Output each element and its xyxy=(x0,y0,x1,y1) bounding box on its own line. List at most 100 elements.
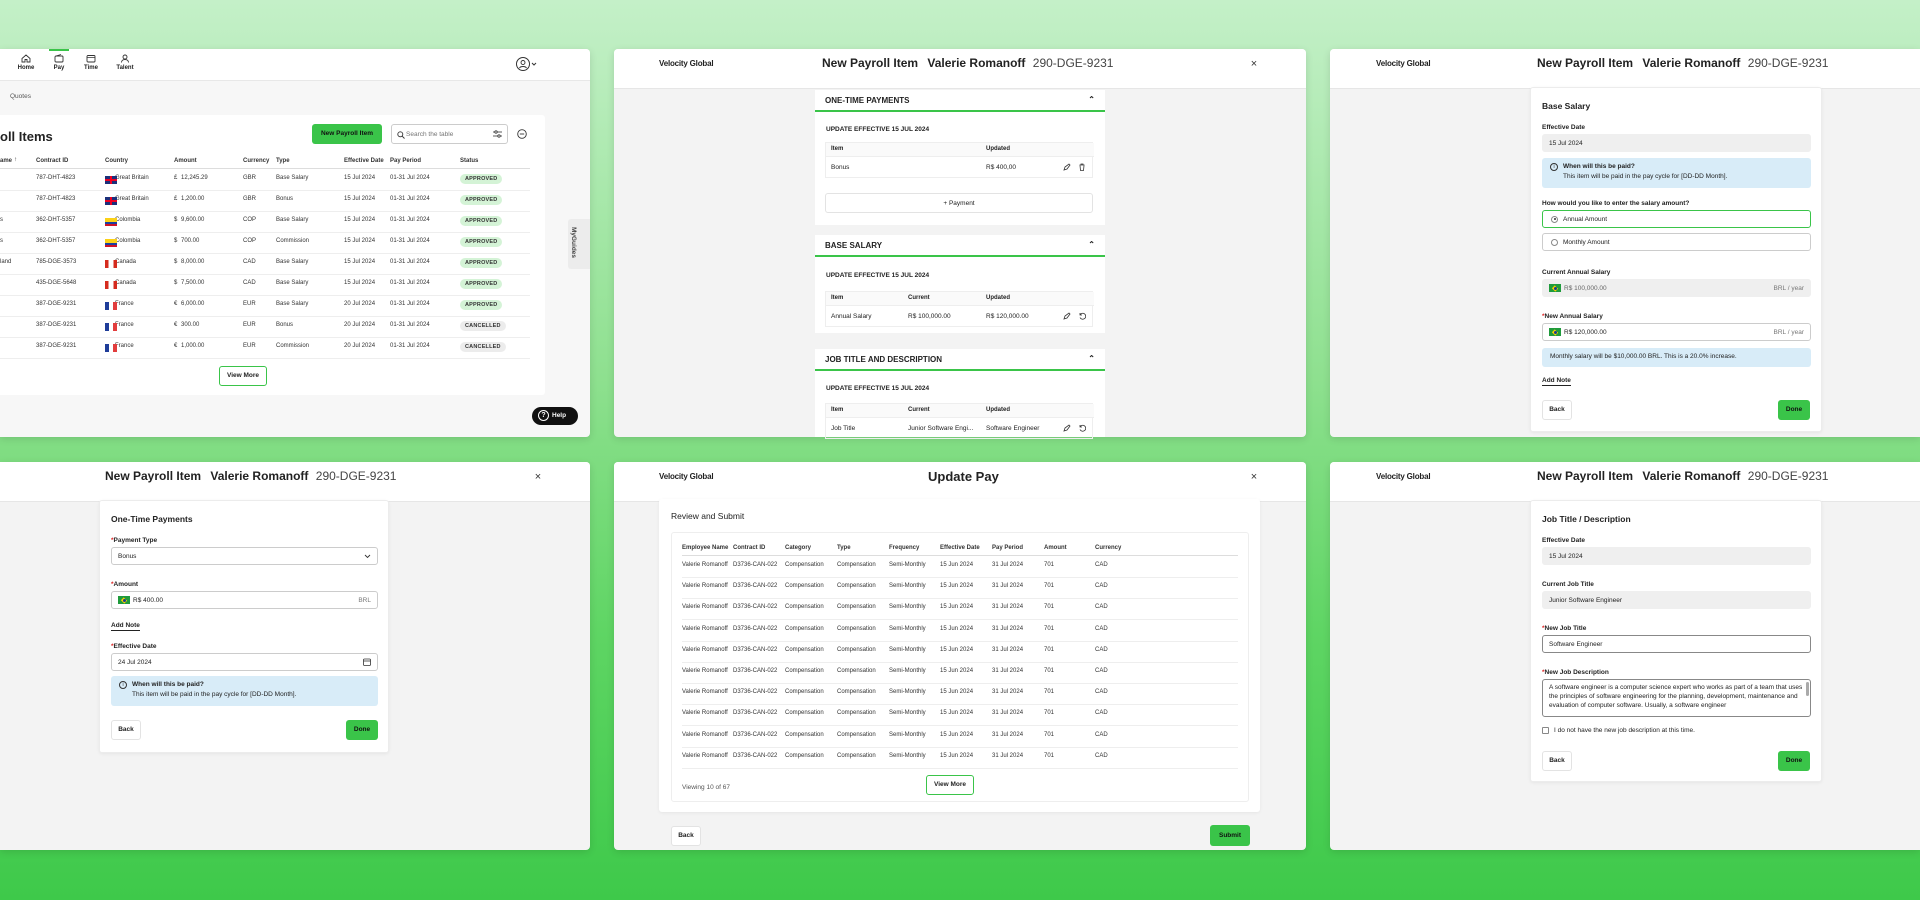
effective-date-input[interactable]: 24 Jul 2024 xyxy=(111,653,378,671)
add-payment-button[interactable]: + Payment xyxy=(825,193,1093,213)
review-col-0[interactable]: Employee Name xyxy=(682,545,728,551)
col-updated: Updated xyxy=(986,295,1010,301)
edit-icon[interactable] xyxy=(1063,312,1071,320)
review-row[interactable]: Valerie Romanoff D3736-CAN-022 Compensatio… xyxy=(682,727,1238,748)
review-col-3[interactable]: Type xyxy=(837,545,851,551)
view-more-button[interactable]: View More xyxy=(926,775,974,795)
done-button[interactable]: Done xyxy=(1778,400,1810,420)
chevron-up-icon[interactable]: ⌃ xyxy=(1088,240,1095,249)
employee-id: 290-DGE-9231 xyxy=(1032,56,1114,70)
submit-button[interactable]: Submit xyxy=(1210,825,1250,846)
back-button[interactable]: Back xyxy=(671,826,701,846)
review-row[interactable]: Valerie Romanoff D3736-CAN-022 Compensatio… xyxy=(682,621,1238,642)
monthly-amount-option[interactable]: Monthly Amount xyxy=(1542,233,1811,251)
help-button[interactable]: ? Help xyxy=(532,407,578,425)
add-note-link[interactable]: Add Note xyxy=(1542,377,1571,386)
close-icon[interactable]: × xyxy=(531,471,545,485)
col-currency[interactable]: Currency xyxy=(243,158,269,164)
job-header[interactable]: JOB TITLE AND DESCRIPTION ⌃ xyxy=(815,349,1105,371)
col-period[interactable]: Pay Period xyxy=(390,158,421,164)
review-col-5[interactable]: Effective Date xyxy=(940,545,980,551)
table-row[interactable]: 787-DHT-4823 Great Britain 1,200.00 GBR Bonu… xyxy=(0,191,530,212)
no-description-checkbox[interactable] xyxy=(1542,727,1549,734)
new-salary-input[interactable]: R$ 120,000.00 BRL / year xyxy=(1542,323,1811,341)
undo-icon[interactable] xyxy=(1078,424,1086,432)
table-row[interactable]: s 362-DHT-5357 Colombia 9,600.00 COP Base Sal… xyxy=(0,212,530,233)
col-type[interactable]: Type xyxy=(276,158,290,164)
filter-icon[interactable] xyxy=(493,130,502,138)
trash-icon[interactable] xyxy=(1078,163,1086,171)
review-col-4[interactable]: Frequency xyxy=(889,545,919,551)
edit-icon[interactable] xyxy=(1063,163,1071,171)
co-flag-icon xyxy=(105,239,117,247)
new-title-input[interactable]: Software Engineer xyxy=(1542,635,1811,653)
table-row[interactable]: 387-DGE-9231 France 6,000.00 EUR Base Salary… xyxy=(0,296,530,317)
base-current: R$ 100,000.00 xyxy=(908,313,951,320)
calendar-icon[interactable] xyxy=(363,658,371,666)
payment-type-select[interactable]: Bonus xyxy=(111,547,378,565)
review-col-2[interactable]: Category xyxy=(785,545,811,551)
edit-icon[interactable] xyxy=(1063,424,1071,432)
new-description-textarea[interactable]: A software engineer is a computer scienc… xyxy=(1542,679,1811,717)
back-button[interactable]: Back xyxy=(111,720,141,740)
more-options-icon[interactable] xyxy=(517,129,527,139)
review-cell: CAD xyxy=(1095,646,1108,653)
review-row[interactable]: Valerie Romanoff D3736-CAN-022 Compensatio… xyxy=(682,684,1238,706)
nav-talent[interactable]: Talent xyxy=(114,54,136,71)
textarea-scrollbar[interactable] xyxy=(1806,682,1809,696)
back-button[interactable]: Back xyxy=(1542,400,1572,420)
view-more-button[interactable]: View More xyxy=(219,366,267,386)
review-row[interactable]: Valerie Romanoff D3736-CAN-022 Compensatio… xyxy=(682,663,1238,684)
review-row[interactable]: Valerie Romanoff D3736-CAN-022 Compensatio… xyxy=(682,557,1238,578)
review-col-6[interactable]: Pay Period xyxy=(992,545,1023,551)
nav-time[interactable]: Time xyxy=(81,54,101,71)
review-col-1[interactable]: Contract ID xyxy=(733,545,765,551)
table-row[interactable]: land 785-DGE-3573 Canada 8,000.00 CAD Base Sa… xyxy=(0,254,530,275)
row-amount: 6,000.00 xyxy=(181,301,205,307)
add-note-link[interactable]: Add Note xyxy=(111,622,140,631)
col-name[interactable]: ame xyxy=(0,158,12,164)
close-icon[interactable]: × xyxy=(1247,471,1261,485)
nav-pay[interactable]: Pay xyxy=(49,49,69,71)
table-row[interactable]: 387-DGE-9231 France 1,000.00 EUR Commission 2… xyxy=(0,338,530,359)
col-status[interactable]: Status xyxy=(460,158,478,164)
review-row[interactable]: Valerie Romanoff D3736-CAN-022 Compensatio… xyxy=(682,705,1238,727)
close-icon[interactable]: × xyxy=(1247,58,1261,72)
row-type: Base Salary xyxy=(276,259,309,265)
annual-amount-option[interactable]: Annual Amount xyxy=(1542,210,1811,228)
table-row[interactable]: 435-DGE-5648 Canada 7,500.00 CAD Base Salary… xyxy=(0,275,530,296)
table-row[interactable]: 387-DGE-9231 France 300.00 EUR Bonus 20 Jul 2… xyxy=(0,317,530,338)
done-button[interactable]: Done xyxy=(1778,751,1810,771)
col-country[interactable]: Country xyxy=(105,158,128,164)
amount-unit: BRL xyxy=(358,596,371,604)
done-button[interactable]: Done xyxy=(346,720,378,740)
review-row[interactable]: Valerie Romanoff D3736-CAN-022 Compensatio… xyxy=(682,748,1238,769)
col-contract[interactable]: Contract ID xyxy=(36,158,68,164)
review-row[interactable]: Valerie Romanoff D3736-CAN-022 Compensatio… xyxy=(682,642,1238,663)
user-menu[interactable] xyxy=(515,56,539,72)
back-button[interactable]: Back xyxy=(1542,751,1572,771)
one-time-header[interactable]: ONE-TIME PAYMENTS ⌃ xyxy=(815,90,1105,112)
chevron-up-icon[interactable]: ⌃ xyxy=(1088,95,1095,104)
review-cell: Valerie Romanoff xyxy=(682,752,728,759)
search-box[interactable] xyxy=(391,124,508,144)
new-payroll-item-button[interactable]: New Payroll Item xyxy=(312,124,382,144)
nav-home[interactable]: Home xyxy=(16,54,36,71)
base-salary-header[interactable]: BASE SALARY ⌃ xyxy=(815,235,1105,257)
review-row[interactable]: Valerie Romanoff D3736-CAN-022 Compensatio… xyxy=(682,599,1238,621)
review-col-8[interactable]: Currency xyxy=(1095,545,1121,551)
col-effective[interactable]: Effective Date xyxy=(344,158,384,164)
sort-asc-icon[interactable]: ↑ xyxy=(14,157,17,163)
chevron-up-icon[interactable]: ⌃ xyxy=(1088,354,1095,363)
review-col-7[interactable]: Amount xyxy=(1044,545,1067,551)
amount-input[interactable]: R$ 400.00 BRL xyxy=(111,591,378,609)
undo-icon[interactable] xyxy=(1078,312,1086,320)
table-row[interactable]: s 362-DHT-5357 Colombia 700.00 COP Commission… xyxy=(0,233,530,254)
search-input[interactable] xyxy=(406,128,486,140)
review-cell: Compensation xyxy=(837,646,876,653)
breadcrumb[interactable]: Quotes xyxy=(10,93,31,100)
myguides-tab[interactable]: MyGuides xyxy=(568,219,590,269)
table-row[interactable]: 787-DHT-4823 Great Britain 12,245.29 GBR Bas… xyxy=(0,170,530,191)
review-row[interactable]: Valerie Romanoff D3736-CAN-022 Compensatio… xyxy=(682,578,1238,600)
col-amount[interactable]: Amount xyxy=(174,158,197,164)
